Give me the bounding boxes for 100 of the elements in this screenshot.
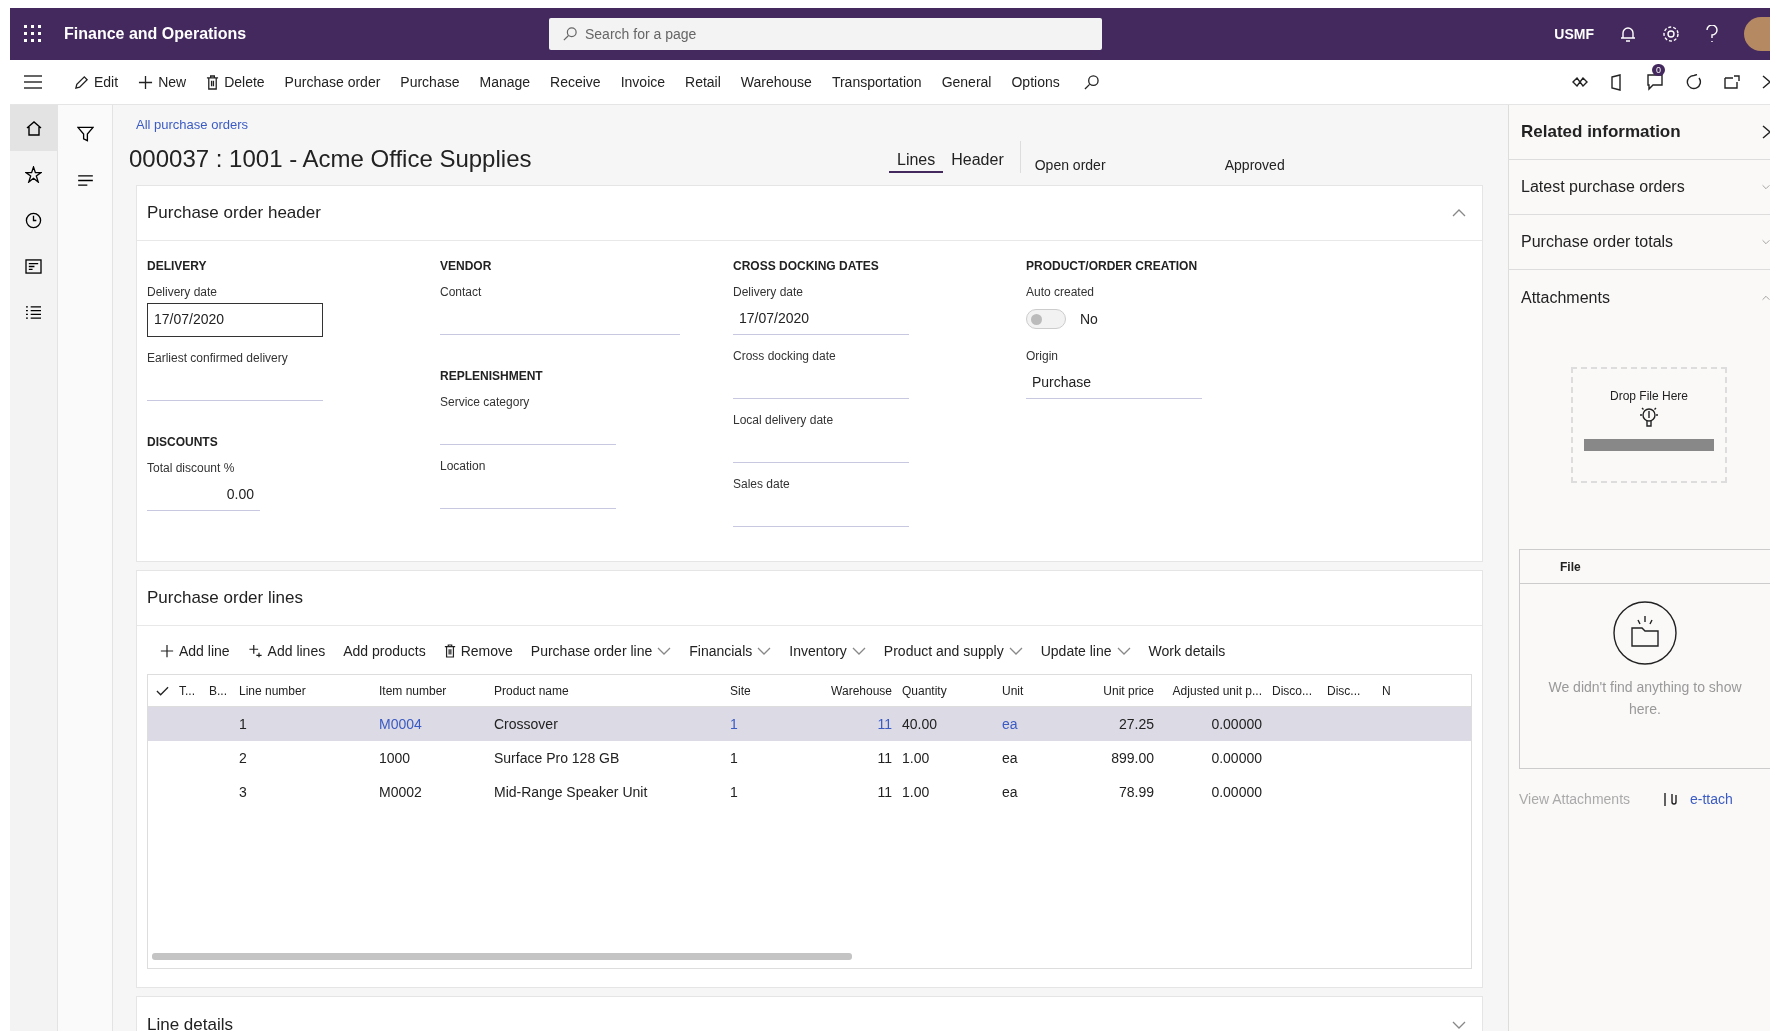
column-header[interactable]: Line number [234,683,374,698]
chevron-icon[interactable] [1452,209,1466,217]
help-icon[interactable] [1706,25,1718,43]
breadcrumb-link[interactable]: All purchase orders [136,117,248,132]
column-header[interactable]: B... [204,683,234,698]
toolbar-button[interactable]: Purchase [390,70,470,94]
table-cell-text: M0002 [378,784,423,800]
drop-zone[interactable]: Drop File Here [1571,367,1727,483]
toolbar-button[interactable]: General [931,70,1002,94]
search-icon[interactable] [1083,74,1099,90]
menu-icon[interactable] [24,75,42,89]
toolbar-button[interactable]: Edit [64,70,129,94]
grid-action-button[interactable]: Financials [680,639,781,663]
settings-icon[interactable] [1662,25,1680,43]
toolbar-button[interactable]: Warehouse [730,70,822,94]
toolbar-button[interactable]: New [128,70,197,94]
field-label: Auto created [1026,285,1096,299]
table-cell-text: 27.25 [1117,716,1155,732]
company-label[interactable]: USMF [1554,26,1594,42]
pencil-icon [74,74,89,90]
input-field[interactable]: Purchase [1026,367,1202,399]
table-cell-text: M0004 [378,716,423,732]
link-icon[interactable] [1572,77,1588,87]
check-icon[interactable] [156,685,169,696]
toolbar-button[interactable]: Transportation [821,70,932,94]
close-icon[interactable] [1762,125,1770,139]
table-cell-text: 0.00000 [1210,750,1263,766]
section-title: Purchase order lines [147,588,303,608]
column-header[interactable]: Item number [374,683,489,698]
home-nav-button[interactable] [9,105,58,151]
table-cell-text: ea [1001,784,1019,800]
toggle-switch[interactable] [1026,309,1066,329]
field-label: Origin [1026,349,1059,363]
column-header[interactable]: Disco... [1267,683,1322,698]
grid-action-button[interactable]: Add line [151,639,239,663]
grid-action-button[interactable]: Update line [1031,639,1140,663]
grid-action-button[interactable]: Product and supply [874,639,1032,663]
table-cell-text: 899.00 [1110,750,1155,766]
column-header[interactable]: Product name [489,683,725,698]
input-field[interactable]: 17/07/2020 [733,303,909,335]
grid-action-button[interactable]: Inventory [780,639,875,663]
number-field[interactable]: 0.00 [147,479,260,511]
column-header[interactable]: T... [174,683,204,698]
horizontal-scrollbar[interactable] [152,953,852,960]
lines-icon [77,174,93,186]
toolbar-button[interactable]: Receive [540,70,611,94]
column-header[interactable]: Warehouse [792,683,897,698]
column-header[interactable]: Unit price [1057,683,1159,698]
bell-icon[interactable] [1620,25,1636,43]
caret-icon[interactable] [1008,647,1023,655]
panel-section-title[interactable]: Purchase order totals [1521,233,1674,251]
search-field[interactable]: Search for a page [549,18,1102,50]
column-header[interactable]: Disc... [1322,683,1377,698]
grid-row[interactable]: 2 1000 Surface Pro 128 GB 1 11 1.00 ea 899.00 0.00000 [148,741,1471,775]
column-header[interactable]: Quantity [897,683,997,698]
grid-row[interactable]: 3 M0002 Mid-Range Speaker Unit 1 11 1.00 ea 78.99 0.00000 [148,775,1471,809]
status-label: Open order [1034,157,1107,173]
table-cell-text: 78.99 [1117,784,1155,800]
grid-action-button[interactable]: Purchase order line [521,639,681,663]
column-header[interactable]: N [1377,683,1471,698]
office-icon[interactable] [1610,73,1624,91]
toolbar-button[interactable]: Retail [675,70,731,94]
date-field[interactable]: 17/07/2020 [147,303,323,337]
panel-section-title[interactable]: Attachments [1521,288,1610,307]
refresh-icon[interactable] [1686,74,1702,90]
table-cell-text: ea [1001,716,1019,732]
caret-icon[interactable] [757,647,772,655]
chat-icon[interactable] [1646,73,1664,91]
empty-folder-icon [1612,600,1678,666]
section-title: Purchase order header [147,203,321,223]
column-header[interactable]: Adjusted unit p... [1159,683,1267,698]
grid-action-button[interactable]: Add lines [238,639,335,663]
panel-section-title[interactable]: Latest purchase orders [1521,178,1685,196]
caret-icon[interactable] [851,647,866,655]
caret-icon[interactable] [1116,647,1131,655]
caret-icon[interactable] [657,647,672,655]
chevron-icon[interactable] [1452,1020,1466,1029]
avatar[interactable] [1744,17,1770,51]
toolbar-button[interactable]: Invoice [610,70,676,94]
view-tab[interactable]: Lines [889,149,944,173]
column-header[interactable]: Unit [997,683,1057,698]
view-tab[interactable]: Header [943,149,1012,173]
grid-row[interactable]: 1 M0004 Crossover 1 11 40.00 ea 27.25 0.00000 [148,707,1471,741]
open-new-window-icon[interactable] [1724,75,1740,89]
toolbar-button[interactable]: Delete [196,70,275,94]
grid-action-button[interactable]: Remove [434,639,522,663]
search-icon [563,27,577,41]
field-label: Delivery date [733,285,805,299]
grid-action-button[interactable]: Add products [334,639,435,663]
column-header[interactable]: File [1560,559,1581,574]
close-icon[interactable] [1762,75,1770,89]
attach-link[interactable]: e-ttach [1690,791,1733,807]
plus-icon [160,644,174,658]
toolbar-button[interactable]: Options [1001,70,1070,94]
app-launcher-icon[interactable] [24,25,42,43]
grid-action-button[interactable]: Work details [1139,639,1235,663]
column-header[interactable]: Site [725,683,792,698]
notification-badge: 0 [1652,64,1665,76]
toolbar-button[interactable]: Purchase order [274,70,391,94]
toolbar-button[interactable]: Manage [469,70,541,94]
